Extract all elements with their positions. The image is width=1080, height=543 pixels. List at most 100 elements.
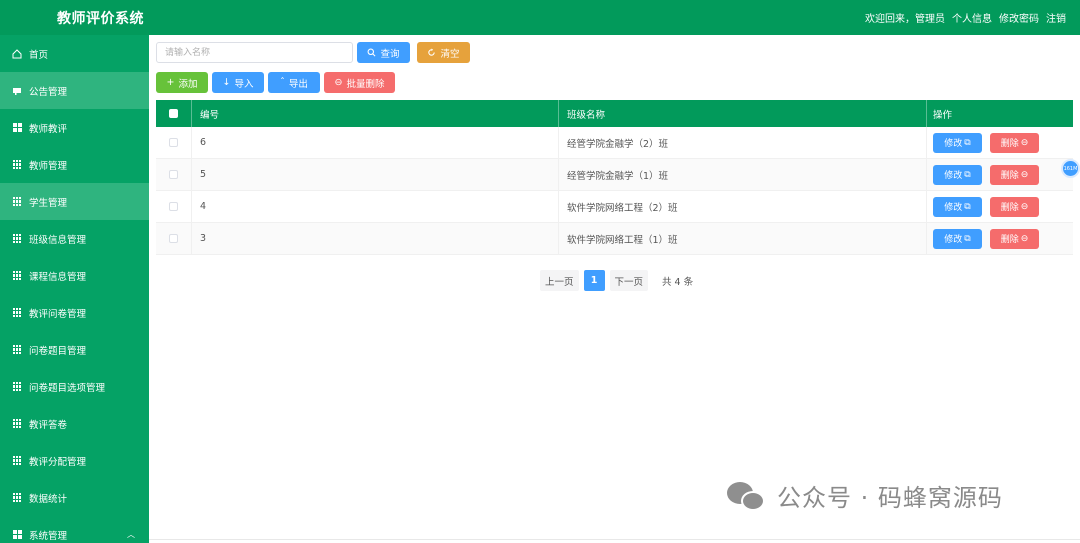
sidebar-item-option-manage[interactable]: 问卷题目选项管理 [0, 368, 149, 405]
sidebar-item-home[interactable]: 首页 [0, 35, 149, 72]
sidebar-item-label: 问卷题目选项管理 [29, 382, 106, 394]
app-title: 教师评价系统 [57, 11, 144, 27]
arrow-up-icon: ˆ [280, 77, 285, 88]
cell-id: 5 [192, 159, 559, 190]
delete-label: 删除 [1000, 235, 1019, 245]
arrow-down-icon: ↓ [222, 77, 231, 88]
edit-button[interactable]: 修改 ⧉ [933, 228, 982, 249]
change-password-link[interactable]: 修改密码 [999, 10, 1039, 25]
delete-button[interactable]: 删除 ⊖ [990, 132, 1039, 153]
floating-badge[interactable]: 161M [1061, 159, 1080, 178]
sidebar-item-label: 课程信息管理 [29, 271, 87, 283]
table-row: 4 软件学院网络工程（2）班 修改 ⧉ 删除 ⊖ [156, 191, 1073, 223]
search-input[interactable] [157, 43, 352, 62]
circle-minus-icon: ⊖ [1020, 169, 1029, 180]
add-button[interactable]: + 添加 [156, 72, 208, 93]
sidebar-item-label: 班级信息管理 [29, 234, 87, 246]
delete-button[interactable]: 删除 ⊖ [990, 228, 1039, 249]
search-icon [368, 48, 376, 57]
grid-icon [12, 382, 22, 392]
header-actions: 操作 [933, 109, 953, 121]
row-checkbox[interactable] [169, 138, 178, 147]
search-input-wrapper [156, 42, 353, 63]
delete-button[interactable]: 删除 ⊖ [990, 164, 1039, 185]
import-button[interactable]: ↓ 导入 [212, 72, 264, 93]
row-checkbox[interactable] [169, 170, 178, 179]
edit-button[interactable]: 修改 ⧉ [933, 164, 982, 185]
sidebar-item-statistics[interactable]: 数据统计 [0, 479, 149, 516]
sidebar-item-label: 教师管理 [29, 160, 68, 172]
next-page-button[interactable]: 下一页 [609, 270, 649, 291]
chevron-up-icon: ︿ [127, 530, 135, 539]
cell-class-name: 经管学院金融学（1）班 [559, 159, 927, 190]
cell-id: 4 [192, 191, 559, 222]
grid-icon [12, 234, 22, 244]
batch-delete-button[interactable]: ⊖ 批量删除 [324, 72, 395, 93]
grid-icon [12, 419, 22, 429]
data-table: 编号 班级名称 操作 6 经管学院金融学（2）班 修改 ⧉ 删除 ⊖ 5 经管学院金… [156, 100, 1073, 255]
select-all-checkbox[interactable] [169, 109, 178, 118]
top-header: 教师评价系统 欢迎回来，管理员 个人信息 修改密码 注销 [0, 0, 1080, 35]
cell-class-name: 软件学院网络工程（1）班 [559, 223, 927, 254]
table-row: 5 经管学院金融学（1）班 修改 ⧉ 删除 ⊖ [156, 159, 1073, 191]
header-class-name: 班级名称 [559, 100, 927, 127]
profile-link[interactable]: 个人信息 [952, 10, 992, 25]
sidebar-item-teacher-eval[interactable]: 教师教评 [0, 109, 149, 146]
reset-button[interactable]: 清空 [417, 42, 470, 63]
sidebar-item-label: 系统管理 [29, 530, 68, 542]
sidebar-item-notice[interactable]: 公告管理 [0, 72, 149, 109]
sidebar-item-course-info[interactable]: 课程信息管理 [0, 257, 149, 294]
sidebar-item-teacher-manage[interactable]: 教师管理 [0, 146, 149, 183]
reset-label: 清空 [440, 48, 460, 60]
watermark: 公众号 · 码蜂窝源码 [727, 478, 1003, 513]
edit-button[interactable]: 修改 ⧉ [933, 132, 982, 153]
pagination: 上一页 1 下一页 共 4 条 [540, 270, 693, 291]
circle-minus-icon: ⊖ [1020, 137, 1029, 148]
edit-label: 修改 [944, 235, 963, 245]
table-row: 3 软件学院网络工程（1）班 修改 ⧉ 删除 ⊖ [156, 223, 1073, 255]
logout-link[interactable]: 注销 [1046, 10, 1066, 25]
table-header: 编号 班级名称 操作 [156, 100, 1073, 127]
query-button[interactable]: 查询 [357, 42, 410, 63]
sidebar-item-label: 教评问卷管理 [29, 308, 87, 320]
cell-class-name: 经管学院金融学（2）班 [559, 127, 927, 158]
sidebar-item-assignment[interactable]: 教评分配管理 [0, 442, 149, 479]
circle-minus-icon: ⊖ [1020, 233, 1029, 244]
main-content: 查询 清空 + 添加 ↓ 导入 ˆ 导出 ⊖ 批量删除 编号 班级名称 操作 6… [149, 35, 1080, 543]
edit-button[interactable]: 修改 ⧉ [933, 196, 982, 217]
sidebar-item-questionnaire[interactable]: 教评问卷管理 [0, 294, 149, 331]
sidebar-item-label: 首页 [29, 49, 49, 61]
sidebar-item-label: 公告管理 [29, 86, 68, 98]
sidebar-item-system[interactable]: 系统管理 ︿ [0, 516, 149, 543]
grid-icon [12, 308, 22, 318]
sidebar-item-label: 问卷题目管理 [29, 345, 87, 357]
delete-label: 删除 [1000, 171, 1019, 181]
row-checkbox[interactable] [169, 202, 178, 211]
prev-page-button[interactable]: 上一页 [540, 270, 579, 291]
query-label: 查询 [380, 48, 400, 60]
delete-label: 删除 [1000, 139, 1019, 149]
sidebar-item-answers[interactable]: 教评答卷 [0, 405, 149, 442]
grid4-icon [12, 530, 22, 540]
grid-icon [12, 197, 22, 207]
sidebar-item-question-manage[interactable]: 问卷题目管理 [0, 331, 149, 368]
sidebar-item-label: 学生管理 [29, 197, 68, 209]
row-checkbox[interactable] [169, 234, 178, 243]
table-row: 6 经管学院金融学（2）班 修改 ⧉ 删除 ⊖ [156, 127, 1073, 159]
sidebar-item-label: 教师教评 [29, 123, 68, 135]
sidebar-item-student-manage[interactable]: 学生管理 [0, 183, 149, 220]
sidebar-item-label: 教评答卷 [29, 419, 68, 431]
edit-label: 修改 [944, 171, 963, 181]
header-user-menu: 欢迎回来，管理员 个人信息 修改密码 注销 [865, 10, 1066, 25]
delete-button[interactable]: 删除 ⊖ [990, 196, 1039, 217]
sidebar-item-label: 数据统计 [29, 493, 68, 505]
page-number-current[interactable]: 1 [583, 270, 605, 291]
export-button[interactable]: ˆ 导出 [268, 72, 320, 93]
wechat-icon [727, 480, 769, 512]
watermark-text: 公众号 · 码蜂窝源码 [777, 484, 1003, 512]
delete-label: 删除 [1000, 203, 1019, 213]
sidebar-item-class-info[interactable]: 班级信息管理 [0, 220, 149, 257]
grid-icon [12, 160, 22, 170]
edit-icon: ⧉ [964, 137, 971, 148]
grid4-icon [12, 123, 22, 133]
